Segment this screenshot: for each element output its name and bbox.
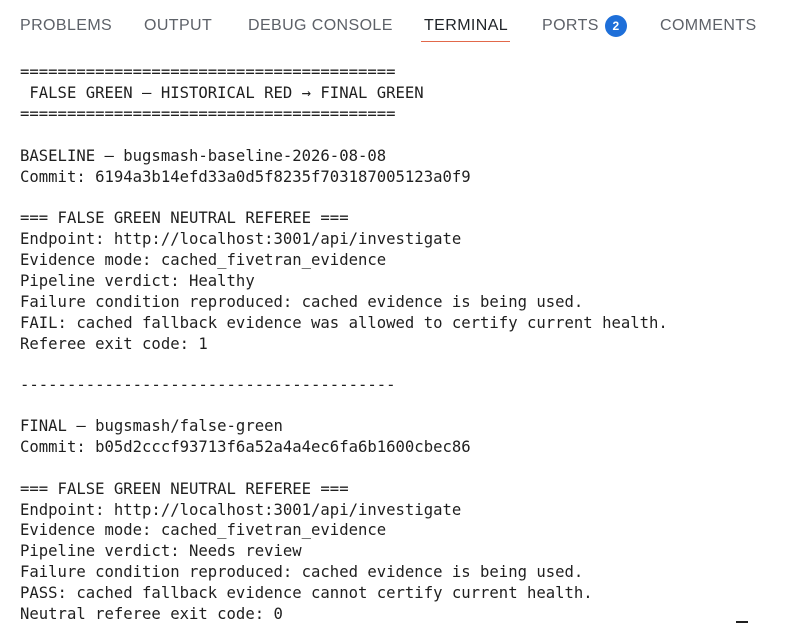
terminal-line: ---------------------------------------- bbox=[20, 376, 396, 394]
tab-comments[interactable]: COMMENTS bbox=[660, 15, 757, 37]
tab-output[interactable]: OUTPUT bbox=[144, 15, 212, 37]
terminal-line: FALSE GREEN — HISTORICAL RED → FINAL GRE… bbox=[20, 84, 424, 102]
terminal-line: === FALSE GREEN NEUTRAL REFEREE === bbox=[20, 209, 349, 227]
tab-debug-console[interactable]: DEBUG CONSOLE bbox=[248, 15, 393, 37]
terminal-line: Commit: b05d2cccf93713f6a52a4a4ec6fa6b16… bbox=[20, 438, 471, 456]
terminal-line: ======================================== bbox=[20, 105, 396, 123]
terminal-line: Endpoint: http://localhost:3001/api/inve… bbox=[20, 501, 462, 519]
terminal-line: Evidence mode: cached_fivetran_evidence bbox=[20, 251, 387, 269]
active-tab-indicator bbox=[421, 41, 510, 42]
terminal-line: Pipeline verdict: Needs review bbox=[20, 542, 302, 560]
terminal-line: FAIL: cached fallback evidence was allow… bbox=[20, 314, 668, 332]
terminal-line: Failure condition reproduced: cached evi… bbox=[20, 293, 584, 311]
terminal-line: Referee exit code: 1 bbox=[20, 335, 208, 353]
terminal-line: BASELINE — bugsmash-baseline-2026-08-08 bbox=[20, 147, 387, 165]
tab-terminal[interactable]: TERMINAL bbox=[424, 15, 508, 37]
tab-ports[interactable]: PORTS 2 bbox=[542, 15, 627, 37]
panel-tab-bar: PROBLEMS OUTPUT DEBUG CONSOLE TERMINAL P… bbox=[0, 0, 800, 50]
terminal-line: Commit: 6194a3b14efd33a0d5f8235f70318700… bbox=[20, 168, 471, 186]
terminal-line: Neutral referee exit code: 0 bbox=[20, 605, 283, 623]
terminal-line: Endpoint: http://localhost:3001/api/inve… bbox=[20, 230, 462, 248]
tab-ports-label: PORTS bbox=[542, 17, 599, 34]
tab-problems[interactable]: PROBLEMS bbox=[20, 15, 112, 37]
terminal-line: PASS: cached fallback evidence cannot ce… bbox=[20, 584, 593, 602]
terminal-cursor bbox=[736, 621, 748, 623]
terminal-line: ======================================== bbox=[20, 63, 396, 81]
terminal-line: Evidence mode: cached_fivetran_evidence bbox=[20, 521, 387, 539]
terminal-line: FINAL — bugsmash/false-green bbox=[20, 417, 283, 435]
terminal-line: Failure condition reproduced: cached evi… bbox=[20, 563, 584, 581]
terminal-line: === FALSE GREEN NEUTRAL REFEREE === bbox=[20, 480, 349, 498]
ports-count-badge: 2 bbox=[604, 15, 627, 37]
terminal-line: Pipeline verdict: Healthy bbox=[20, 272, 255, 290]
terminal-output[interactable]: ========================================… bbox=[0, 52, 800, 625]
